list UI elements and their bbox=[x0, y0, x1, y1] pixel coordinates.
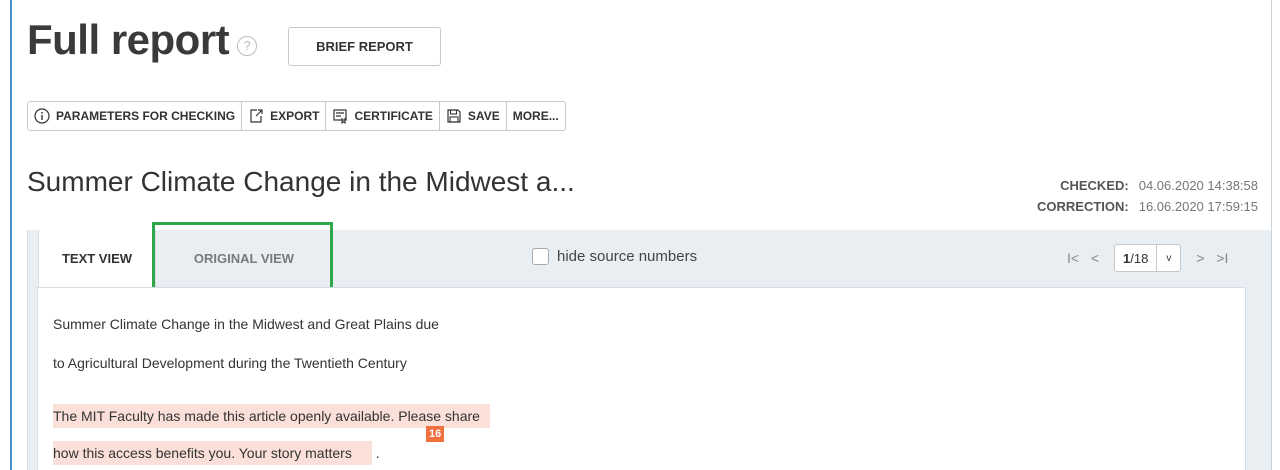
trailing-period: . bbox=[375, 445, 380, 461]
more-button[interactable]: MORE... bbox=[507, 102, 565, 130]
more-label: MORE... bbox=[512, 109, 559, 123]
tab-text-view[interactable]: TEXT VIEW bbox=[38, 230, 156, 287]
right-border-rule bbox=[1271, 0, 1272, 470]
left-accent-rule bbox=[10, 0, 12, 470]
selection-highlight-box bbox=[152, 222, 333, 295]
hide-source-numbers-label: hide source numbers bbox=[557, 248, 698, 265]
source-number-badge[interactable]: 16 bbox=[426, 426, 445, 442]
page-title: Full report bbox=[27, 16, 230, 63]
brief-report-button[interactable]: BRIEF REPORT bbox=[288, 27, 441, 66]
certificate-button[interactable]: CERTIFICATE bbox=[326, 102, 440, 130]
page-number: 1/18 bbox=[1115, 251, 1156, 266]
export-label: EXPORT bbox=[270, 109, 320, 123]
highlighted-text[interactable]: how this access benefits you. Your story… bbox=[53, 441, 372, 465]
parameters-button[interactable]: PARAMETERS FOR CHECKING bbox=[28, 102, 243, 130]
save-button[interactable]: SAVE bbox=[440, 102, 507, 130]
text-line: Summer Climate Change in the Midwest and… bbox=[53, 316, 439, 332]
page-select[interactable]: 1/18 v bbox=[1114, 244, 1182, 272]
parameters-label: PARAMETERS FOR CHECKING bbox=[56, 109, 236, 123]
check-meta: CHECKED: 04.06.2020 14:38:58 CORRECTION:… bbox=[1037, 175, 1258, 217]
page-navigator: I< < 1/18 v > >I bbox=[1062, 244, 1233, 272]
checked-label: CHECKED: bbox=[1060, 178, 1129, 193]
certificate-label: CERTIFICATE bbox=[354, 109, 433, 123]
save-label: SAVE bbox=[467, 109, 500, 123]
export-button[interactable]: EXPORT bbox=[242, 102, 327, 130]
export-icon bbox=[250, 109, 263, 123]
last-page-icon[interactable]: >I bbox=[1211, 250, 1233, 266]
info-icon bbox=[34, 108, 50, 124]
hide-source-numbers-option[interactable]: hide source numbers bbox=[532, 248, 697, 265]
chevron-down-icon[interactable]: v bbox=[1156, 245, 1180, 271]
prev-page-icon[interactable]: < bbox=[1084, 250, 1106, 266]
highlighted-text[interactable]: The MIT Faculty has made this article op… bbox=[53, 404, 490, 428]
next-page-icon[interactable]: > bbox=[1189, 250, 1211, 266]
certificate-icon bbox=[333, 109, 348, 124]
report-toolbar: PARAMETERS FOR CHECKING EXPORT CERTIFICA… bbox=[27, 101, 566, 131]
highlighted-line: how this access benefits you. Your story… bbox=[53, 441, 380, 465]
text-view-content: Summer Climate Change in the Midwest and… bbox=[37, 287, 1246, 470]
first-page-icon[interactable]: I< bbox=[1062, 250, 1084, 266]
hide-source-numbers-checkbox[interactable] bbox=[532, 248, 549, 265]
highlighted-line: The MIT Faculty has made this article op… bbox=[53, 404, 490, 428]
total-pages: /18 bbox=[1130, 250, 1149, 266]
help-icon[interactable]: ? bbox=[237, 36, 257, 56]
checked-value: 04.06.2020 14:38:58 bbox=[1138, 178, 1258, 193]
correction-label: CORRECTION: bbox=[1037, 199, 1129, 214]
text-line: to Agricultural Development during the T… bbox=[53, 355, 407, 371]
correction-value: 16.06.2020 17:59:15 bbox=[1138, 199, 1258, 214]
save-icon bbox=[447, 109, 461, 123]
document-title: Summer Climate Change in the Midwest a..… bbox=[27, 166, 575, 197]
